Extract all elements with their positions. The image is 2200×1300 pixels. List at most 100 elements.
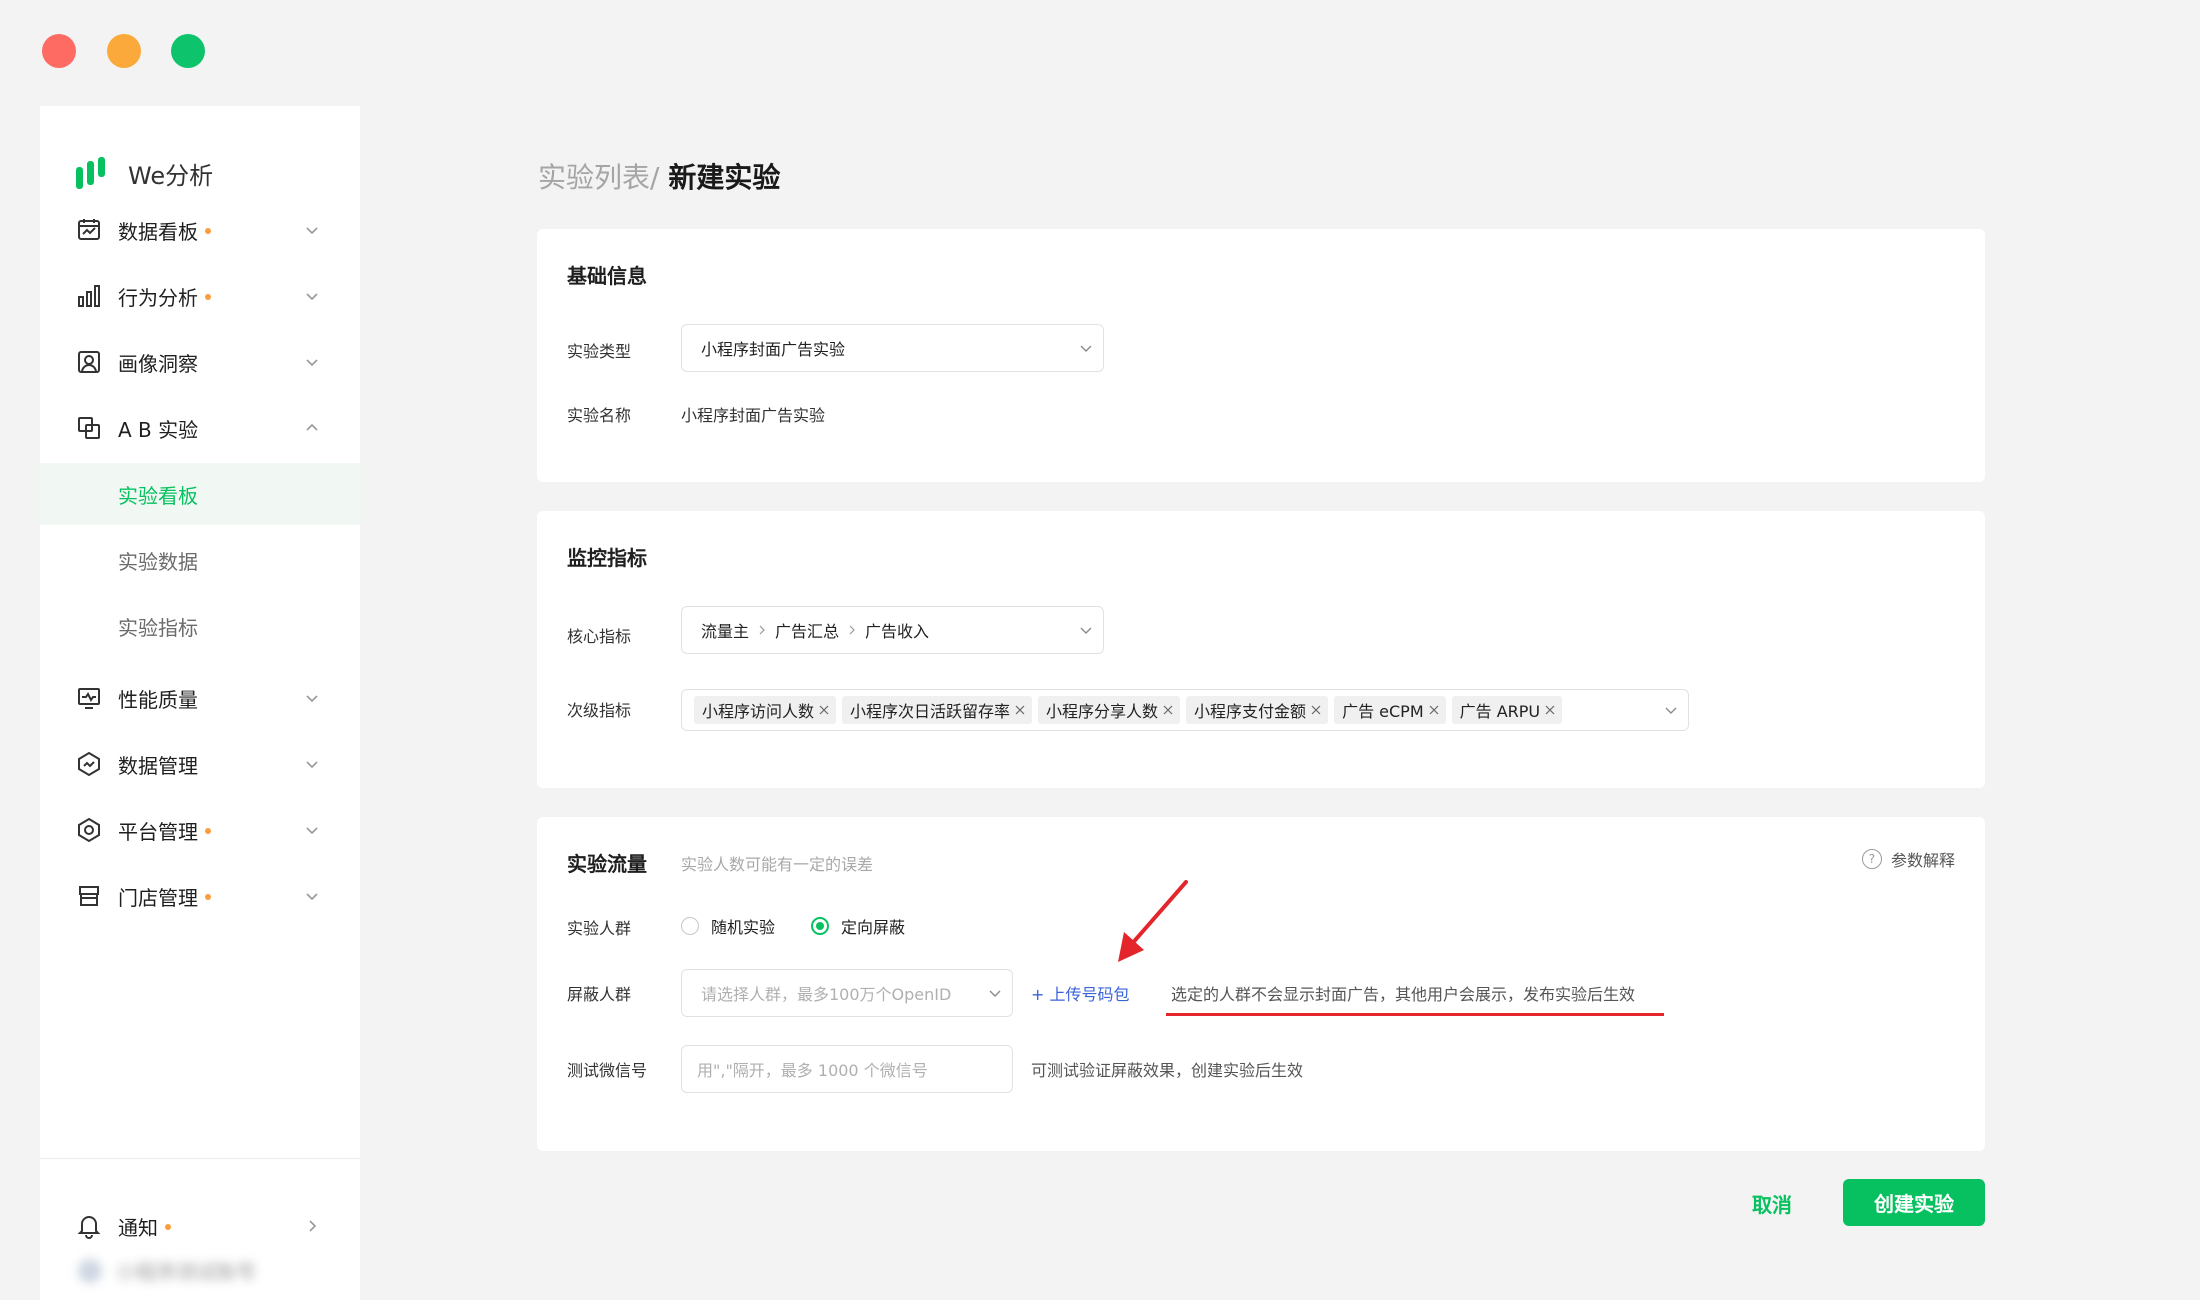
chevron-down-icon xyxy=(1080,345,1092,352)
form-label: 实验人群 xyxy=(567,919,632,938)
sidebar-subitem-experiment-data[interactable]: 实验数据 xyxy=(40,529,360,591)
section-title: 监控指标 xyxy=(567,546,647,570)
chevron-right-icon xyxy=(759,625,765,635)
sidebar-item-behavior[interactable]: 行为分析 xyxy=(40,266,360,326)
param-help-link[interactable]: ? 参数解释 xyxy=(1861,847,1955,871)
radio-label: 随机实验 xyxy=(711,918,776,937)
select-placeholder: 请选择人群，最多100万个OpenID xyxy=(701,985,952,1004)
hexagon-chart-icon xyxy=(78,751,100,777)
sidebar-subitem-label: 实验看板 xyxy=(118,483,198,508)
sidebar-item-dashboard[interactable]: 数据看板 xyxy=(40,200,360,260)
create-experiment-button[interactable]: 创建实验 xyxy=(1843,1179,1985,1226)
sidebar-item-label: 行为分析 xyxy=(118,285,198,310)
bell-icon xyxy=(77,1216,101,1239)
new-badge-dot xyxy=(165,1224,171,1230)
help-label: 参数解释 xyxy=(1890,851,1955,870)
form-label: 实验名称 xyxy=(567,406,632,425)
metrics-card: 监控指标 核心指标 流量主 广告汇总 广告收入 次级指标 小程序访问人数 小程序… xyxy=(537,511,1985,788)
sidebar-item-platform-management[interactable]: 平台管理 xyxy=(40,800,360,860)
tag-label: 小程序次日活跃留存率 xyxy=(850,702,1011,721)
chevron-down-icon xyxy=(306,227,318,235)
metric-tag: 小程序支付金额 xyxy=(1186,696,1329,724)
question-icon: ? xyxy=(1861,849,1882,869)
section-title: 实验流量 xyxy=(567,852,647,876)
sidebar: We分析 数据看板 行为分析 画像洞察 A B 实验 实验看板 实验数据 实验指… xyxy=(40,106,360,1300)
form-label: 测试微信号 xyxy=(567,1061,648,1080)
sidebar-item-label: 通知 xyxy=(118,1215,158,1240)
sidebar-item-persona[interactable]: 画像洞察 xyxy=(40,332,360,392)
ab-squares-icon xyxy=(78,417,100,439)
close-icon[interactable] xyxy=(1310,704,1322,716)
window-close-button[interactable] xyxy=(42,34,76,68)
secondary-metrics-multiselect[interactable]: 小程序访问人数 小程序次日活跃留存率 小程序分享人数 小程序支付金额 广告 eC… xyxy=(681,689,1689,731)
brand[interactable]: We分析 xyxy=(74,156,213,191)
sidebar-item-label: 门店管理 xyxy=(118,885,198,910)
new-badge-dot xyxy=(205,228,211,234)
upload-number-package-link[interactable]: + 上传号码包 xyxy=(1031,981,1130,1005)
close-icon[interactable] xyxy=(1428,704,1440,716)
metric-path: 流量主 广告汇总 广告收入 xyxy=(701,618,929,642)
sidebar-subitem-label: 实验指标 xyxy=(118,615,198,640)
tag-label: 广告 eCPM xyxy=(1342,702,1424,721)
breadcrumb-parent-link[interactable]: 实验列表 xyxy=(538,161,650,194)
radio-button[interactable] xyxy=(681,917,699,935)
experiment-type-select[interactable]: 小程序封面广告实验 xyxy=(681,324,1104,372)
account-name: 小程序测试账号 xyxy=(116,1260,256,1284)
radio-targeted-block[interactable]: 定向屏蔽 xyxy=(811,914,905,938)
metric-tag: 广告 ARPU xyxy=(1451,696,1563,724)
metric-tag: 小程序分享人数 xyxy=(1038,696,1181,724)
chevron-down-icon xyxy=(306,761,318,769)
sidebar-subitem-label: 实验数据 xyxy=(118,549,198,574)
chevron-down-icon xyxy=(1665,707,1677,714)
app-window: We分析 数据看板 行为分析 画像洞察 A B 实验 实验看板 实验数据 实验指… xyxy=(0,0,2200,1300)
core-metric-select[interactable]: 流量主 广告汇总 广告收入 xyxy=(681,606,1104,654)
sidebar-item-label: 平台管理 xyxy=(118,819,198,844)
metric-path-item: 广告汇总 xyxy=(775,622,840,641)
input-placeholder: 用","隔开，最多 1000 个微信号 xyxy=(697,1061,928,1080)
store-icon xyxy=(79,886,99,906)
sidebar-item-ab-test[interactable]: A B 实验 xyxy=(40,398,360,458)
breadcrumb-separator: / xyxy=(650,161,669,194)
experiment-name-value: 小程序封面广告实验 xyxy=(681,406,826,425)
blocked-audience-select[interactable]: 请选择人群，最多100万个OpenID xyxy=(681,969,1013,1017)
chevron-down-icon xyxy=(306,695,318,703)
sidebar-subitem-experiment-metrics[interactable]: 实验指标 xyxy=(40,595,360,657)
sidebar-item-performance[interactable]: 性能质量 xyxy=(40,668,360,728)
form-label: 屏蔽人群 xyxy=(567,985,632,1004)
sidebar-divider xyxy=(40,1158,360,1159)
tag-label: 小程序分享人数 xyxy=(1046,702,1159,721)
metric-path-item: 广告收入 xyxy=(865,622,930,641)
chevron-down-icon xyxy=(306,359,318,367)
metric-tag: 小程序次日活跃留存率 xyxy=(842,696,1033,724)
test-hint: 可测试验证屏蔽效果，创建实验后生效 xyxy=(1031,1061,1304,1080)
account-switcher[interactable]: 小程序测试账号 xyxy=(78,1256,256,1285)
sidebar-item-data-management[interactable]: 数据管理 xyxy=(40,734,360,794)
sidebar-item-notifications[interactable]: 通知 xyxy=(40,1196,360,1256)
radio-button[interactable] xyxy=(811,917,829,935)
sidebar-item-store-management[interactable]: 门店管理 xyxy=(40,866,360,926)
basic-info-card: 基础信息 实验类型 小程序封面广告实验 实验名称 小程序封面广告实验 xyxy=(537,229,1985,482)
close-icon[interactable] xyxy=(1162,704,1174,716)
chevron-down-icon xyxy=(306,827,318,835)
chevron-up-icon xyxy=(306,423,318,431)
chevron-down-icon xyxy=(1080,627,1092,634)
radio-random-experiment[interactable]: 随机实验 xyxy=(681,914,775,938)
close-icon[interactable] xyxy=(818,704,830,716)
form-label: 实验类型 xyxy=(567,342,632,361)
close-icon[interactable] xyxy=(1544,704,1556,716)
metric-tag: 广告 eCPM xyxy=(1334,696,1446,724)
section-subtitle: 实验人数可能有一定的误差 xyxy=(681,855,874,874)
sidebar-subitem-experiment-board[interactable]: 实验看板 xyxy=(40,463,360,525)
cancel-button[interactable]: 取消 xyxy=(1752,1189,1792,1218)
window-maximize-button[interactable] xyxy=(171,34,205,68)
chevron-right-icon xyxy=(309,1220,317,1232)
metric-path-item: 流量主 xyxy=(701,622,750,641)
traffic-card: 实验流量 实验人数可能有一定的误差 ? 参数解释 实验人群 随机实验 定向屏蔽 … xyxy=(537,817,1985,1151)
sidebar-item-label: 数据管理 xyxy=(118,753,198,778)
metric-tag: 小程序访问人数 xyxy=(694,696,837,724)
window-minimize-button[interactable] xyxy=(107,34,141,68)
close-icon[interactable] xyxy=(1014,704,1026,716)
test-wechat-id-input[interactable]: 用","隔开，最多 1000 个微信号 xyxy=(681,1045,1013,1093)
annotation-arrow-icon xyxy=(1118,880,1188,962)
breadcrumb: 实验列表/ 新建实验 xyxy=(538,156,780,196)
